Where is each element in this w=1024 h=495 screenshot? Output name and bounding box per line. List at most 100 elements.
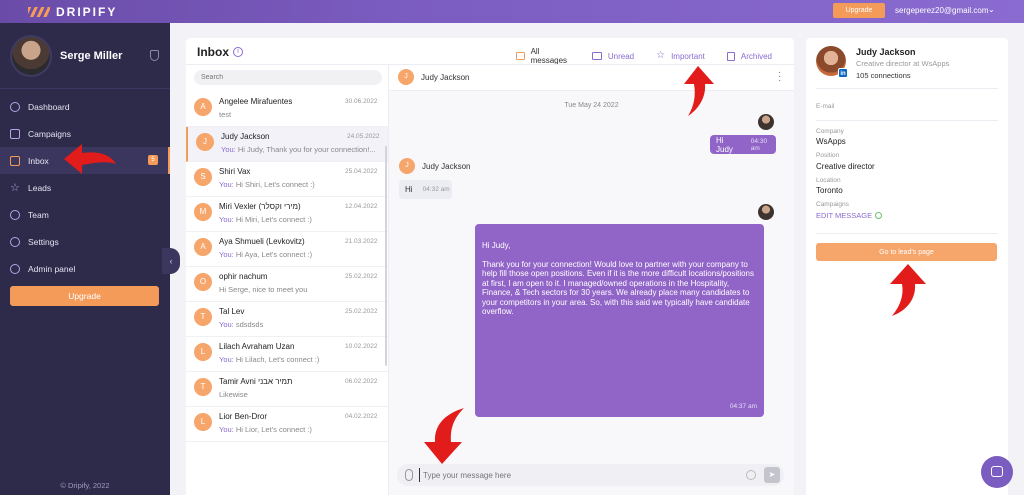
inbox-icon — [10, 155, 20, 166]
conversation-name: Angelee Mirafuentes — [219, 97, 293, 106]
go-to-lead-page-button[interactable]: Go to lead's page — [816, 243, 997, 261]
filter-unread[interactable]: Unread — [591, 47, 634, 65]
search-input[interactable] — [194, 70, 382, 85]
support-chat-button[interactable] — [981, 456, 1013, 488]
company-value: WsApps — [816, 137, 846, 146]
filter-label: Archived — [740, 51, 772, 61]
list-item[interactable]: J Judy Jackson 24.05.2022 You: Hi Judy, … — [186, 127, 388, 162]
avatar: O — [194, 273, 212, 291]
preview-text: test — [219, 110, 232, 119]
filter-all-messages[interactable]: All messages — [516, 47, 570, 65]
emoji-icon[interactable] — [746, 470, 756, 480]
campaigns-label: Campaigns — [816, 201, 849, 208]
conversation-date: 25.02.2022 — [345, 273, 378, 280]
location-value: Toronto — [816, 186, 843, 195]
send-icon: ➤ — [768, 470, 776, 479]
list-item[interactable]: S Shiri Vax 25.04.2022 You: Hi Shiri, Le… — [186, 162, 388, 197]
sidebar-item-team[interactable]: Team — [0, 201, 170, 228]
upgrade-top-button[interactable]: Upgrade — [833, 3, 885, 18]
conversation-preview: You: Hi Judy, Thank you for your connect… — [221, 145, 376, 154]
sidebar-item-label: Leads — [28, 182, 52, 193]
list-item[interactable]: L Lior Ben-Dror 04.02.2022 You: Hi Lior,… — [186, 407, 388, 442]
sidebar-item-admin-panel[interactable]: Admin panel — [0, 255, 170, 282]
conversation-preview: You: Hi Lior, Let's connect :) — [219, 425, 312, 434]
list-item[interactable]: L Lilach Avraham Uzan 10.02.2022 You: Hi… — [186, 337, 388, 372]
you-prefix: You: — [219, 250, 234, 259]
info-icon[interactable]: i — [233, 47, 243, 57]
preview-text: sdsdsds — [233, 320, 264, 329]
you-prefix: You: — [219, 425, 234, 434]
message-time: 04:37 am — [729, 402, 757, 410]
sidebar-item-label: Inbox — [28, 155, 49, 166]
page-title: Inbox i — [197, 45, 243, 59]
message-sender-name: Judy Jackson — [422, 162, 471, 171]
conversation-name: Judy Jackson — [221, 132, 270, 141]
email-label: E-mail — [816, 103, 835, 110]
linkedin-icon[interactable]: in — [838, 68, 848, 78]
sidebar-item-settings[interactable]: Settings — [0, 228, 170, 255]
sidebar-item-dashboard[interactable]: Dashboard — [0, 93, 170, 120]
preview-text: Hi Aya, Let's connect :) — [233, 250, 313, 259]
message-filters: All messages Unread ☆ Important Archived — [516, 47, 794, 65]
sidebar-item-label: Dashboard — [28, 101, 70, 112]
conversation-name: Shiri Vax — [219, 167, 251, 176]
chevron-down-icon[interactable]: ⌄ — [988, 5, 995, 14]
lead-name: Judy Jackson — [856, 47, 916, 57]
sidebar-item-label: Settings — [28, 236, 59, 247]
conversation-preview: You: sdsdsds — [219, 320, 263, 329]
avatar: A — [194, 238, 212, 256]
lead-title: Creative director at WsApps — [856, 59, 950, 68]
date-divider: Tue May 24 2022 — [564, 102, 619, 109]
dripify-logo[interactable]: DRIPIFY — [28, 5, 117, 19]
send-button[interactable]: ➤ — [764, 467, 780, 483]
profile[interactable]: Serge Miller — [10, 35, 122, 77]
avatar: J — [196, 133, 214, 151]
list-item[interactable]: A Aya Shmueli (Levkovitz) 21.03.2022 You… — [186, 232, 388, 267]
sidebar: Serge Miller Dashboard Campaigns Inbox 5… — [0, 23, 170, 495]
list-item[interactable]: T Tamir Avni תמיר אבני 06.02.2022 Likewi… — [186, 372, 388, 407]
message-text: Hi Judy, Thank you for your connection! … — [482, 240, 754, 317]
avatar: J — [399, 158, 415, 174]
avatar: A — [194, 98, 212, 116]
preview-text: Hi Miri, Let's connect :) — [233, 215, 312, 224]
annotation-arrow-inbox — [64, 144, 116, 174]
more-options-icon[interactable]: · · · — [778, 68, 782, 86]
upgrade-sidebar-button[interactable]: Upgrade — [10, 286, 159, 306]
avatar[interactable]: J — [398, 69, 414, 85]
avatar: L — [194, 413, 212, 431]
conversation-preview: You: Hi Aya, Let's connect :) — [219, 250, 312, 259]
collapse-sidebar-button[interactable]: ‹ — [162, 248, 180, 274]
position-value: Creative director — [816, 162, 875, 171]
unread-badge: 5 — [148, 155, 158, 165]
campaign-link[interactable]: EDIT MESSAGE — [816, 211, 883, 220]
conversation-date: 10.02.2022 — [345, 343, 378, 350]
chat-contact-name[interactable]: Judy Jackson — [421, 73, 469, 82]
sidebar-item-label: Team — [28, 209, 49, 220]
filter-archived[interactable]: Archived — [726, 47, 772, 65]
conversation-date: 12.04.2022 — [345, 203, 378, 210]
message-text: Hi — [405, 185, 413, 194]
preview-text: Hi Lior, Let's connect :) — [233, 425, 312, 434]
conversation-list-scrollbar[interactable] — [385, 146, 387, 366]
list-item[interactable]: M Miri Vexler (מירי וקסלר) 12.04.2022 Yo… — [186, 197, 388, 232]
paperclip-icon[interactable] — [405, 469, 413, 481]
conversation-preview: You: Hi Miri, Let's connect :) — [219, 215, 312, 224]
trash-icon — [726, 51, 735, 61]
you-prefix: You: — [219, 320, 234, 329]
list-item[interactable]: A Angelee Mirafuentes 30.06.2022 test — [186, 92, 388, 127]
message-bubble-outgoing: Hi Judy, Thank you for your connection! … — [475, 224, 764, 417]
list-item[interactable]: O ophir nachum 25.02.2022 Hi Serge, nice… — [186, 267, 388, 302]
message-input[interactable] — [419, 468, 729, 482]
list-item[interactable]: T Tal Lev 25.02.2022 You: sdsdsds — [186, 302, 388, 337]
user-email-menu[interactable]: sergeperez20@gmail.com — [895, 6, 989, 15]
annotation-arrow-message-input — [424, 408, 464, 464]
avatar: S — [194, 168, 212, 186]
lead-connections: 105 connections — [856, 71, 911, 80]
message-bubble-outgoing: Hi Judy 04:30 am — [710, 135, 776, 154]
you-prefix: You: — [219, 215, 234, 224]
shield-icon[interactable] — [150, 50, 159, 61]
logo-mark-icon — [28, 6, 50, 17]
conversation-date: 04.02.2022 — [345, 413, 378, 420]
preview-text: Likewise — [219, 390, 248, 399]
preview-text: Hi Serge, nice to meet you — [219, 285, 308, 294]
